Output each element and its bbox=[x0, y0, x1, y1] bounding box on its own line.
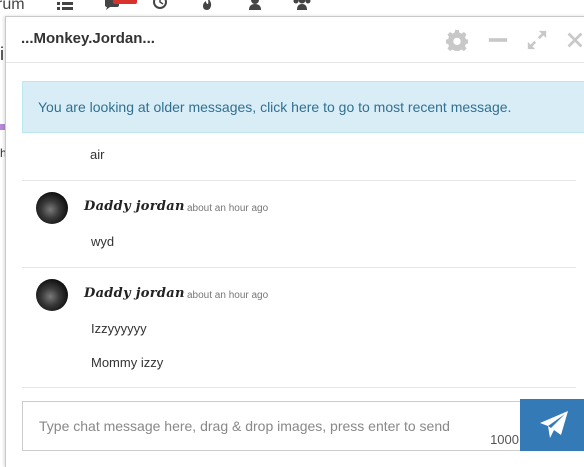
chat-title: ...Monkey.Jordan... bbox=[21, 30, 155, 47]
avatar[interactable] bbox=[36, 279, 68, 311]
chat-composer: 1000 bbox=[22, 401, 522, 451]
message-text: Mommy izzy bbox=[91, 355, 164, 370]
user-icon[interactable] bbox=[247, 0, 263, 11]
clock-icon[interactable] bbox=[152, 0, 168, 11]
message-divider bbox=[22, 267, 576, 268]
message-divider bbox=[22, 180, 576, 181]
timestamp: about an hour ago bbox=[187, 290, 269, 301]
chat-message-input[interactable] bbox=[23, 402, 521, 450]
avatar[interactable] bbox=[36, 192, 68, 224]
message-divider bbox=[22, 387, 576, 388]
username[interactable]: Daddy jordan bbox=[84, 286, 185, 301]
chat-notification-icon[interactable] bbox=[104, 0, 138, 11]
fire-icon[interactable] bbox=[199, 0, 215, 11]
message-text: wyd bbox=[91, 234, 115, 249]
message-text: air bbox=[90, 147, 105, 162]
users-icon[interactable] bbox=[292, 0, 312, 11]
expand-icon[interactable] bbox=[526, 29, 548, 51]
close-icon[interactable] bbox=[564, 29, 584, 51]
send-button[interactable] bbox=[520, 399, 584, 451]
gear-icon[interactable] bbox=[446, 29, 468, 51]
username[interactable]: Daddy jordan bbox=[84, 199, 185, 214]
list-icon[interactable] bbox=[57, 0, 73, 11]
nav-forum-label[interactable]: rum bbox=[0, 0, 25, 14]
background-navbar: rum bbox=[0, 0, 584, 16]
message-text: Izzyyyyyy bbox=[91, 321, 147, 336]
chat-modal: ...Monkey.Jordan... You are looking at o… bbox=[5, 16, 584, 467]
older-messages-notice[interactable]: You are looking at older messages, click… bbox=[22, 81, 584, 133]
message-list: air Daddy jordan about an hour ago wyd D… bbox=[22, 142, 576, 388]
paper-plane-icon bbox=[540, 411, 568, 438]
chat-header: ...Monkey.Jordan... bbox=[6, 17, 584, 63]
minimize-icon[interactable] bbox=[487, 29, 509, 51]
character-counter: 1000 bbox=[490, 432, 519, 447]
timestamp: about an hour ago bbox=[187, 203, 269, 214]
